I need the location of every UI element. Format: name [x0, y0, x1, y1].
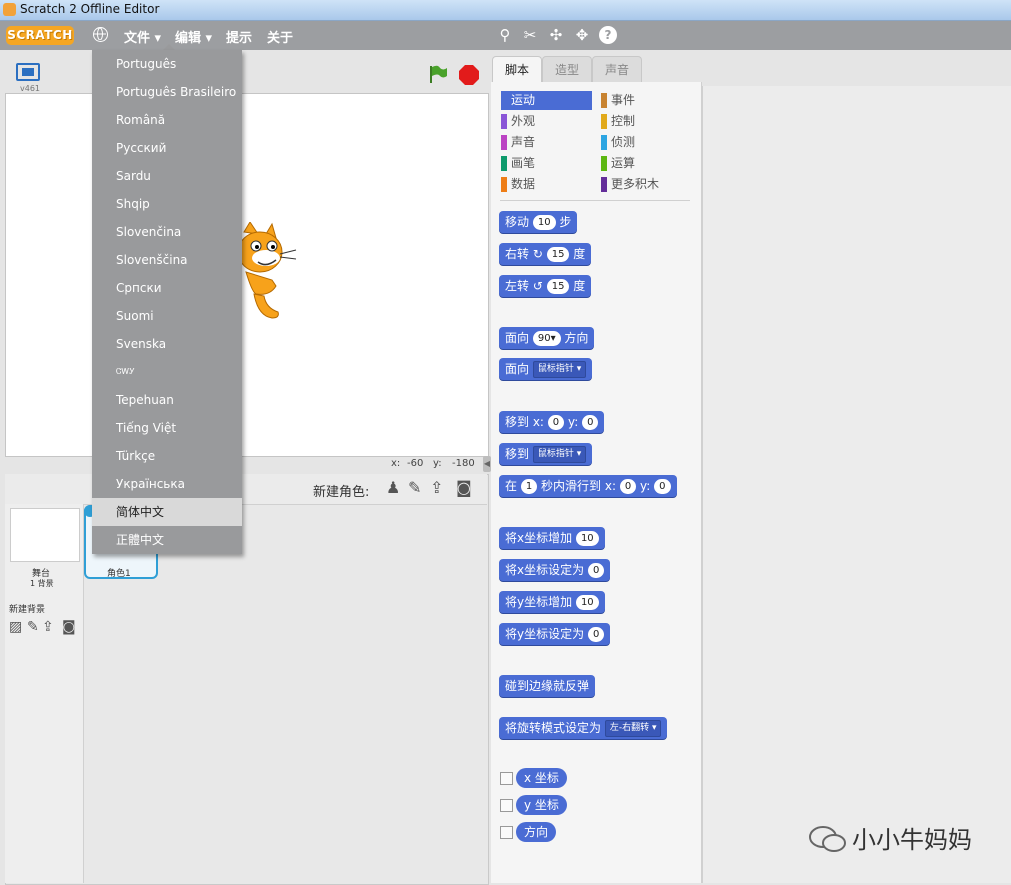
menu-bar: SCRATCH 文件 ▾ 编辑 ▾ 提示 关于 ⚲ ✂ ✣ ✥ ? — [0, 21, 1011, 50]
category-pen[interactable]: 画笔 — [501, 154, 592, 173]
category-operators[interactable]: 运算 — [601, 154, 691, 173]
category-looks[interactable]: 外观 — [501, 112, 592, 131]
lang-item-selected[interactable]: 简体中文 — [92, 498, 242, 526]
tab-sounds[interactable]: 声音 — [592, 56, 642, 83]
camera-sprite-icon[interactable]: ◙ — [456, 478, 472, 497]
new-sprite-label: 新建角色: — [313, 485, 370, 500]
block-goto[interactable]: 移到 鼠标指针 ▾ — [499, 443, 593, 465]
backdrop-library-icon[interactable]: ▨ — [9, 619, 22, 635]
block-turn-left[interactable]: 左转 ↺ 15 度 — [499, 275, 592, 297]
lang-item[interactable]: Svenska — [92, 330, 242, 358]
block-move[interactable]: 移动 10 步 — [499, 211, 578, 233]
green-flag-icon[interactable] — [428, 64, 448, 87]
fullscreen-icon[interactable] — [16, 63, 40, 81]
block-set-y[interactable]: 将y坐标设定为 0 — [499, 623, 611, 645]
block-bounce[interactable]: 碰到边缘就反弹 — [499, 675, 596, 697]
tab-scripts[interactable]: 脚本 — [492, 56, 542, 83]
globe-icon[interactable] — [93, 27, 108, 42]
reporter-x-position[interactable]: x 坐标 — [516, 768, 567, 788]
lang-item[interactable]: Tepehuan — [92, 386, 242, 414]
upload-backdrop-icon[interactable]: ⇪ — [42, 619, 54, 635]
sprite-from-library-icon[interactable]: ♟ — [386, 478, 400, 497]
lang-item[interactable]: Suomi — [92, 302, 242, 330]
mouse-y-label: y: — [433, 458, 442, 469]
category-motion[interactable]: 运动 — [501, 91, 592, 110]
block-glide[interactable]: 在 1 秒内滑行到 x: 0 y: 0 — [499, 475, 677, 497]
menu-file[interactable]: 文件 ▾ — [124, 27, 161, 46]
new-backdrop-label: 新建背景 — [9, 605, 46, 615]
sprite1-label: 角色1 — [107, 569, 131, 579]
lang-item[interactable]: Српски — [92, 274, 242, 302]
block-rotation-style[interactable]: 将旋转模式设定为 左-右翻转 ▾ — [499, 717, 668, 739]
block-goto-xy[interactable]: 移到 x: 0 y: 0 — [499, 411, 605, 433]
script-area[interactable] — [702, 86, 1011, 883]
category-sound[interactable]: 声音 — [501, 133, 592, 152]
collapse-handle[interactable]: ◀ — [483, 456, 491, 472]
stage-thumbnail[interactable] — [10, 508, 80, 562]
title-bar: Scratch 2 Offline Editor — [0, 0, 1011, 21]
upload-sprite-icon[interactable]: ⇪ — [430, 478, 443, 497]
lang-item[interactable]: Shqip — [92, 190, 242, 218]
lang-item[interactable]: Slovenščina — [92, 246, 242, 274]
reporter-y-position[interactable]: y 坐标 — [516, 795, 567, 815]
wechat-icon — [808, 824, 848, 857]
mouse-x-value: -60 — [407, 458, 424, 469]
category-data[interactable]: 数据 — [501, 175, 592, 194]
cat-sprite[interactable] — [236, 221, 298, 325]
lang-item[interactable]: Tiếng Việt — [92, 414, 242, 442]
delete-icon[interactable]: ✂ — [521, 26, 539, 44]
menu-tips[interactable]: 提示 — [226, 27, 252, 46]
mouse-y-value: -180 — [452, 458, 475, 469]
scratch-logo[interactable]: SCRATCH — [6, 26, 74, 45]
rotate-cw-icon: ↻ — [532, 247, 543, 261]
duplicate-icon[interactable]: ⚲ — [496, 26, 514, 44]
stage-canvas[interactable] — [5, 93, 489, 457]
lang-item[interactable]: 正體中文 — [92, 526, 242, 554]
lang-item[interactable]: Português Brasileiro — [92, 78, 242, 106]
version-label: v461 — [20, 84, 41, 93]
camera-backdrop-icon[interactable]: ◙ — [62, 619, 76, 635]
lang-item[interactable]: Română — [92, 106, 242, 134]
mouse-x-label: x: — [391, 458, 401, 469]
menu-about[interactable]: 关于 — [267, 27, 293, 46]
grow-icon[interactable]: ✣ — [547, 26, 565, 44]
watermark-text: 小小牛妈妈 — [852, 826, 972, 854]
menu-edit[interactable]: 编辑 ▾ — [175, 27, 212, 46]
lang-item[interactable]: Русский — [92, 134, 242, 162]
lang-item[interactable]: Sardu — [92, 162, 242, 190]
block-set-x[interactable]: 将x坐标设定为 0 — [499, 559, 611, 581]
block-point-towards[interactable]: 面向 鼠标指针 ▾ — [499, 358, 593, 380]
checkbox-direction[interactable] — [500, 826, 513, 839]
tab-costumes[interactable]: 造型 — [542, 56, 592, 83]
window-title: Scratch 2 Offline Editor — [20, 2, 160, 16]
stage-backdrop-count: 1 背景 — [30, 579, 54, 588]
category-control[interactable]: 控制 — [601, 112, 691, 131]
checkbox-x-position[interactable] — [500, 772, 513, 785]
stop-icon[interactable] — [458, 64, 480, 89]
paint-sprite-icon[interactable]: ✎ — [408, 478, 421, 497]
block-change-x[interactable]: 将x坐标增加 10 — [499, 527, 605, 549]
lang-item[interactable]: Türkçe — [92, 442, 242, 470]
block-point-direction[interactable]: 面向 90▾ 方向 — [499, 327, 595, 349]
block-change-y[interactable]: 将y坐标增加 10 — [499, 591, 605, 613]
lang-item[interactable]: Українська — [92, 470, 242, 498]
lang-item[interactable]: Português — [92, 50, 242, 78]
language-menu: Português Português Brasileiro Română Ру… — [92, 50, 242, 554]
lang-item[interactable]: Slovenčina — [92, 218, 242, 246]
block-turn-right[interactable]: 右转 ↻ 15 度 — [499, 243, 592, 265]
category-more-blocks[interactable]: 更多积木 — [601, 175, 691, 194]
category-sensing[interactable]: 侦测 — [601, 133, 691, 152]
paint-backdrop-icon[interactable]: ✎ — [27, 619, 39, 635]
lang-item[interactable]: ᏣᎳᎩ — [92, 358, 242, 386]
shrink-icon[interactable]: ✥ — [573, 26, 591, 44]
category-events[interactable]: 事件 — [601, 91, 691, 110]
app-icon — [3, 3, 16, 16]
reporter-direction[interactable]: 方向 — [516, 822, 557, 842]
stage-header — [5, 55, 487, 93]
palette-divider — [500, 200, 690, 201]
checkbox-y-position[interactable] — [500, 799, 513, 812]
help-icon[interactable]: ? — [599, 26, 617, 44]
rotate-ccw-icon: ↺ — [532, 279, 543, 293]
